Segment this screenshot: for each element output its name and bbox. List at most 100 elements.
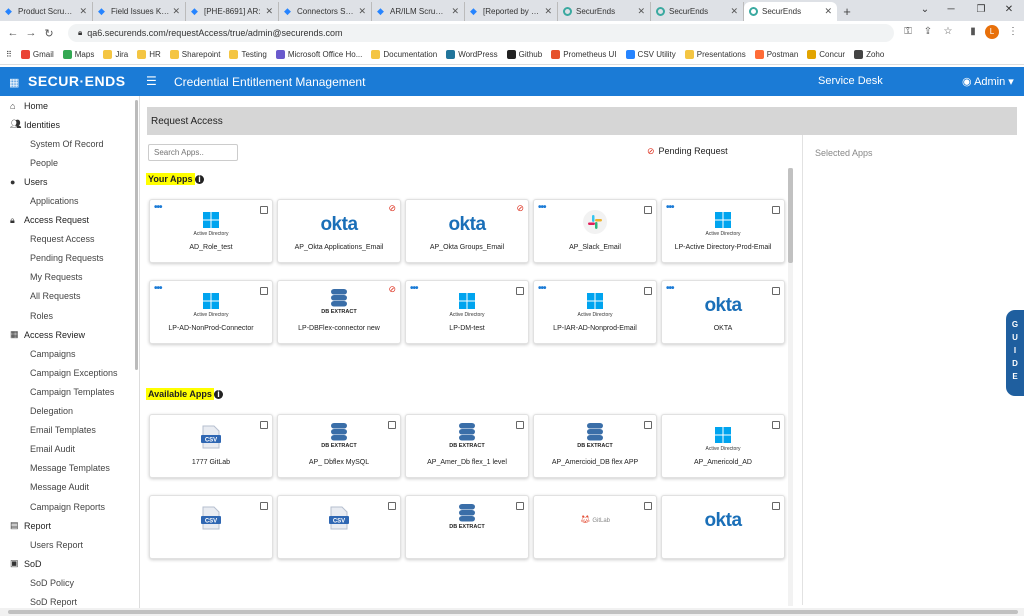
sidebar-item-delegation[interactable]: Delegation	[0, 402, 139, 421]
select-app-checkbox[interactable]	[772, 287, 780, 295]
minimize-icon[interactable]: ─	[936, 0, 966, 19]
close-tab-icon[interactable]: ✕	[265, 6, 273, 17]
star-icon[interactable]: ☆	[941, 26, 955, 37]
sidebar-scrollbar[interactable]	[135, 100, 138, 370]
select-app-checkbox[interactable]	[772, 502, 780, 510]
sidebar-item-all-requests[interactable]: All Requests	[0, 287, 139, 306]
close-tab-icon[interactable]: ✕	[730, 6, 738, 17]
app-card[interactable]: ••• Active Directory LP-Active Directory-P…	[661, 199, 785, 263]
profile-avatar[interactable]: L	[985, 25, 999, 39]
service-desk-link[interactable]: Service Desk	[818, 75, 883, 87]
sidebar-item-sod[interactable]: ▣ SoD	[0, 554, 139, 573]
bookmark-item[interactable]: Github	[506, 50, 542, 59]
bookmark-item[interactable]: Jira	[103, 50, 128, 59]
scroll-thumb[interactable]	[788, 168, 793, 263]
close-window-icon[interactable]: ✕	[994, 0, 1024, 19]
bookmark-item[interactable]: Testing	[229, 50, 267, 59]
bookmark-item[interactable]: Sharepoint	[169, 50, 220, 59]
bookmark-item[interactable]: Gmail	[20, 50, 54, 59]
sidebar-item-sod-policy[interactable]: SoD Policy	[0, 573, 139, 592]
app-card[interactable]: ••• okta OKTA	[661, 280, 785, 344]
app-card[interactable]: DB EXTRACT AP_Amercioid_DB flex APP	[533, 414, 657, 478]
bookmark-item[interactable]: Presentations	[684, 50, 746, 59]
horizontal-scrollbar[interactable]	[0, 608, 1024, 616]
more-options-icon[interactable]: •••	[666, 283, 674, 294]
sidebar-item-users[interactable]: ● Users	[0, 172, 139, 191]
app-card[interactable]: ••• AP_Slack_Email	[533, 199, 657, 263]
app-card[interactable]: ⊘ okta AP_Okta Groups_Email	[405, 199, 529, 263]
app-card[interactable]: Active Directory AP_Americold_AD	[661, 414, 785, 478]
securends-logo[interactable]: SECUR·ENDS	[28, 73, 126, 89]
close-tab-icon[interactable]: ✕	[358, 6, 366, 17]
close-tab-icon[interactable]: ✕	[544, 6, 552, 17]
url-input[interactable]: 🔒︎ qa6.securends.com/requestAccess/true/…	[68, 24, 894, 42]
info-icon[interactable]: i	[214, 390, 223, 399]
app-card[interactable]: ••• Active Directory LP-AD-NonProd-Connect…	[149, 280, 273, 344]
forward-icon[interactable]: →	[22, 27, 40, 39]
search-apps-input[interactable]	[148, 144, 238, 161]
app-card[interactable]: ••• Active Directory LP-IAR-AD-Nonprod-Ema…	[533, 280, 657, 344]
sidebar-item-people[interactable]: People	[0, 153, 139, 172]
sidebar-item-home[interactable]: ⌂ Home	[0, 96, 139, 115]
browser-tab[interactable]: SecurEnds ✕	[651, 2, 744, 21]
bookmark-item[interactable]: Concur	[807, 50, 845, 59]
close-tab-icon[interactable]: ✕	[172, 6, 180, 17]
sidepanel-icon[interactable]: ▮	[966, 26, 980, 37]
browser-tab[interactable]: ◆ Product Scrum S ✕	[0, 2, 93, 21]
back-icon[interactable]: ←	[4, 27, 22, 39]
sidebar-item-identities[interactable]: 👥︎ Identities	[0, 115, 139, 134]
bookmark-item[interactable]: Microsoft Office Ho...	[275, 50, 362, 59]
close-tab-icon[interactable]: ✕	[637, 6, 645, 17]
sidebar-item-campaign-reports[interactable]: Campaign Reports	[0, 497, 139, 516]
app-card[interactable]: ⊘ okta AP_Okta Applications_Email	[277, 199, 401, 263]
sidebar-item-pending-requests[interactable]: Pending Requests	[0, 249, 139, 268]
sidebar-item-users-report[interactable]: Users Report	[0, 535, 139, 554]
browser-tab[interactable]: ◆ Field Issues Kanb ✕	[93, 2, 186, 21]
bookmark-item[interactable]: WordPress	[446, 50, 498, 59]
app-card[interactable]: okta	[661, 495, 785, 559]
browser-tab[interactable]: SecurEnds ✕	[744, 2, 837, 21]
sidebar-item-request-access[interactable]: Request Access	[0, 230, 139, 249]
close-tab-icon[interactable]: ✕	[451, 6, 459, 17]
bookmark-item[interactable]: CSV Utility	[625, 50, 676, 59]
scroll-thumb[interactable]	[8, 610, 1018, 614]
app-card[interactable]: DB EXTRACT	[405, 495, 529, 559]
sidebar-item-email-audit[interactable]: Email Audit	[0, 440, 139, 459]
app-card[interactable]: DB EXTRACT AP_Amer_Db flex_1 level	[405, 414, 529, 478]
bookmark-item[interactable]: Zoho	[854, 50, 884, 59]
new-tab-icon[interactable]: +	[837, 2, 857, 21]
admin-menu[interactable]: ◉ Admin ▾	[962, 75, 1014, 88]
app-card[interactable]: ••• Active Directory LP-DM-test	[405, 280, 529, 344]
main-scrollbar[interactable]	[788, 168, 793, 606]
sidebar-item-message-audit[interactable]: Message Audit	[0, 478, 139, 497]
app-card[interactable]: CSV 1777 GitLab	[149, 414, 273, 478]
app-card[interactable]: ••• Active Directory AD_Role_test	[149, 199, 273, 263]
info-icon[interactable]: i	[195, 175, 204, 184]
sidebar-item-system-of-record[interactable]: System Of Record	[0, 134, 139, 153]
bookmark-item[interactable]: Postman	[754, 50, 798, 59]
app-card[interactable]: ⊘ DB EXTRACT LP-DBFlex-connector new	[277, 280, 401, 344]
sidebar-item-roles[interactable]: Roles	[0, 306, 139, 325]
bookmark-item[interactable]: HR	[137, 50, 161, 59]
apps-grid-icon[interactable]: ▦	[9, 76, 19, 89]
close-tab-icon[interactable]: ✕	[79, 6, 87, 17]
app-card[interactable]: 🦊︎ GitLab	[533, 495, 657, 559]
apps-icon[interactable]: ⠿	[6, 50, 12, 59]
reload-icon[interactable]: ↻	[40, 27, 58, 40]
share-icon[interactable]: ⇪	[921, 26, 935, 37]
sidebar-item-access-request[interactable]: 🔒︎ Access Request	[0, 211, 139, 230]
sidebar-item-message-templates[interactable]: Message Templates	[0, 459, 139, 478]
sidebar-item-email-templates[interactable]: Email Templates	[0, 421, 139, 440]
app-card[interactable]: CSV	[277, 495, 401, 559]
browser-tab[interactable]: SecurEnds ✕	[558, 2, 651, 21]
select-app-checkbox[interactable]	[644, 502, 652, 510]
browser-tab[interactable]: ◆ Connectors Scru ✕	[279, 2, 372, 21]
bookmark-item[interactable]: Maps	[62, 50, 94, 59]
key-icon[interactable]: ⚿	[901, 26, 915, 37]
bookmark-item[interactable]: Documentation	[371, 50, 437, 59]
sidebar-item-campaign-templates[interactable]: Campaign Templates	[0, 382, 139, 401]
sidebar-item-access-review[interactable]: ▦ Access Review	[0, 325, 139, 344]
app-card[interactable]: CSV	[149, 495, 273, 559]
sidebar-item-report[interactable]: ▤ Report	[0, 516, 139, 535]
sidebar-item-campaigns[interactable]: Campaigns	[0, 344, 139, 363]
